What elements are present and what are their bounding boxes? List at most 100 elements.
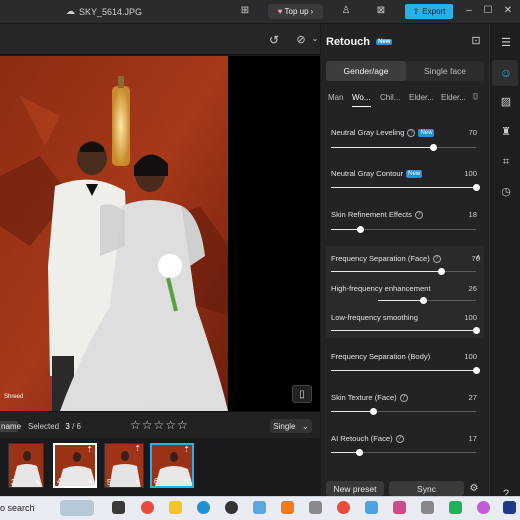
watermark: Shreed xyxy=(4,394,23,400)
crop-icon[interactable]: ⌗ xyxy=(499,155,513,169)
skin-refinement-slider[interactable] xyxy=(331,226,476,233)
panel-title-text: Retouch xyxy=(326,36,370,48)
tab-man[interactable]: Man xyxy=(328,93,344,102)
thumbnail[interactable]: 5 ⇡ ✎ xyxy=(104,443,144,488)
app-icon[interactable] xyxy=(421,501,434,514)
maximize-icon[interactable]: ☐ xyxy=(481,5,495,16)
edited-icon: ✎ xyxy=(87,479,93,486)
thumbnail-number: 3 xyxy=(11,478,16,487)
ai-retouch-slider[interactable] xyxy=(331,449,476,456)
app-icon[interactable] xyxy=(309,501,322,514)
top-up-button[interactable]: ♥ Top up › xyxy=(268,4,323,19)
adjust-icon[interactable]: ▨ xyxy=(499,95,513,109)
app-icon[interactable] xyxy=(393,501,406,514)
forward-icon[interactable]: ⊠ xyxy=(374,5,388,16)
chevron-right-icon: › xyxy=(310,7,314,16)
chrome-icon[interactable] xyxy=(337,501,350,514)
thumbnail-active[interactable]: 6 ⇡ ✎ xyxy=(150,443,194,488)
face-detect-icon[interactable]: ⊡ xyxy=(469,34,483,47)
taskbar-search[interactable]: o search xyxy=(0,503,35,513)
tab-woman[interactable]: Wo... xyxy=(352,93,371,102)
edge-icon[interactable] xyxy=(197,501,210,514)
settings-icon[interactable]: ⚙ xyxy=(467,483,481,494)
chevron-up-icon[interactable]: ˄ xyxy=(476,253,481,262)
rating-stars[interactable]: ☆☆☆☆☆ xyxy=(130,418,189,432)
tab-elder-man[interactable]: Elder... xyxy=(409,93,434,102)
edited-icon: ✎ xyxy=(184,479,190,486)
clothing-icon[interactable]: ♜ xyxy=(499,125,513,139)
chevron-down-icon[interactable]: ⌄ xyxy=(308,34,322,43)
minimize-icon[interactable]: – xyxy=(462,5,476,16)
app-icon[interactable] xyxy=(477,501,490,514)
edited-icon: ✎ xyxy=(35,480,41,487)
task-view-icon[interactable] xyxy=(112,501,125,514)
help-icon: ? xyxy=(414,210,423,219)
slider-value: 27 xyxy=(468,393,477,402)
scroll-tabs-icon[interactable]: ⌷ xyxy=(473,91,478,102)
sort-label: name xyxy=(1,422,22,431)
help-icon: ? xyxy=(399,393,408,402)
skin-texture-slider[interactable] xyxy=(331,408,476,415)
close-icon[interactable]: ✕ xyxy=(501,5,515,16)
split-view-icon: ▯ xyxy=(299,388,305,400)
slider-value: 100 xyxy=(464,313,477,322)
help-icon: ? xyxy=(395,434,404,443)
new-badge: New xyxy=(418,128,435,137)
thumbnail-selected[interactable]: 4 ⇡ ✎ xyxy=(53,443,97,488)
thumbnail-number: 5 xyxy=(107,478,112,487)
low-frequency-slider[interactable] xyxy=(331,327,480,334)
sync-button[interactable]: Sync xyxy=(389,481,464,496)
edited-icon: ✎ xyxy=(135,480,141,487)
export-mark-icon: ⇡ xyxy=(86,445,93,454)
sort-by-name-button[interactable]: name xyxy=(0,421,22,432)
vlc-icon[interactable] xyxy=(281,501,294,514)
history-icon[interactable]: ◷ xyxy=(499,185,513,199)
slider-label: Frequency Separation (Body) xyxy=(331,352,431,361)
new-badge: New xyxy=(376,39,393,46)
slider-label: AI Retouch (Face)? xyxy=(331,434,404,443)
frequency-separation-body-slider[interactable] xyxy=(331,367,480,374)
mail-icon[interactable] xyxy=(253,501,266,514)
photoshop-icon[interactable] xyxy=(503,501,516,514)
app-icon[interactable] xyxy=(365,501,378,514)
manatee-icon xyxy=(60,500,94,516)
thumbnail-number: 4 xyxy=(57,477,62,486)
tab-children[interactable]: Chil... xyxy=(380,93,400,102)
neutral-gray-contour-slider[interactable] xyxy=(331,184,480,191)
thumbnail[interactable]: 3 ✎ xyxy=(8,443,44,488)
chrome-icon[interactable] xyxy=(141,501,154,514)
gift-icon[interactable]: ⊞ xyxy=(238,5,252,16)
file-explorer-icon[interactable] xyxy=(169,501,182,514)
slider-label: Skin Texture (Face)? xyxy=(331,393,408,402)
cursor-icon: ☚ xyxy=(146,399,155,409)
thumbnail-number: 6 xyxy=(154,477,159,486)
app-icon[interactable] xyxy=(225,501,238,514)
tab-gender-age[interactable]: Gender/age xyxy=(326,61,406,81)
file-name: ☁ SKY_5614.JPG xyxy=(66,6,142,17)
neutral-gray-leveling-slider[interactable] xyxy=(331,144,476,151)
panel-title: Retouch New xyxy=(326,36,393,48)
view-mode-select[interactable]: Single ⌄ xyxy=(270,419,312,433)
undo-icon[interactable]: ↺ xyxy=(267,33,281,47)
user-icon[interactable]: ♙ xyxy=(339,5,353,16)
high-frequency-slider[interactable] xyxy=(378,297,476,304)
top-up-label: Top up xyxy=(284,7,309,16)
selected-counter: Selected 3 / 6 xyxy=(28,422,81,431)
slider-label: High-frequency enhancement xyxy=(331,284,431,293)
tab-single-face[interactable]: Single face xyxy=(406,61,484,81)
compare-icon[interactable]: ⊘ xyxy=(294,33,308,46)
menu-icon[interactable]: ☰ xyxy=(499,36,513,50)
app-window: ☁ SKY_5614.JPG ⊞ ♥ Top up › ♙ ⊠ ⇪ Export… xyxy=(0,0,520,520)
slider-label: Low-frequency smoothing xyxy=(331,313,418,322)
slider-value: 70 xyxy=(468,128,477,137)
slider-value: 17 xyxy=(468,434,477,443)
export-button[interactable]: ⇪ Export xyxy=(405,4,453,19)
cloud-icon: ☁ xyxy=(66,6,75,16)
new-preset-button[interactable]: New preset xyxy=(326,481,384,496)
frequency-separation-face-slider[interactable] xyxy=(331,268,476,275)
split-view-button[interactable]: ▯ xyxy=(292,385,312,403)
app-icon[interactable] xyxy=(449,501,462,514)
export-label: Export xyxy=(422,7,446,16)
tab-elder-woman[interactable]: Elder... xyxy=(441,93,466,102)
help-icon: ? xyxy=(432,254,441,263)
